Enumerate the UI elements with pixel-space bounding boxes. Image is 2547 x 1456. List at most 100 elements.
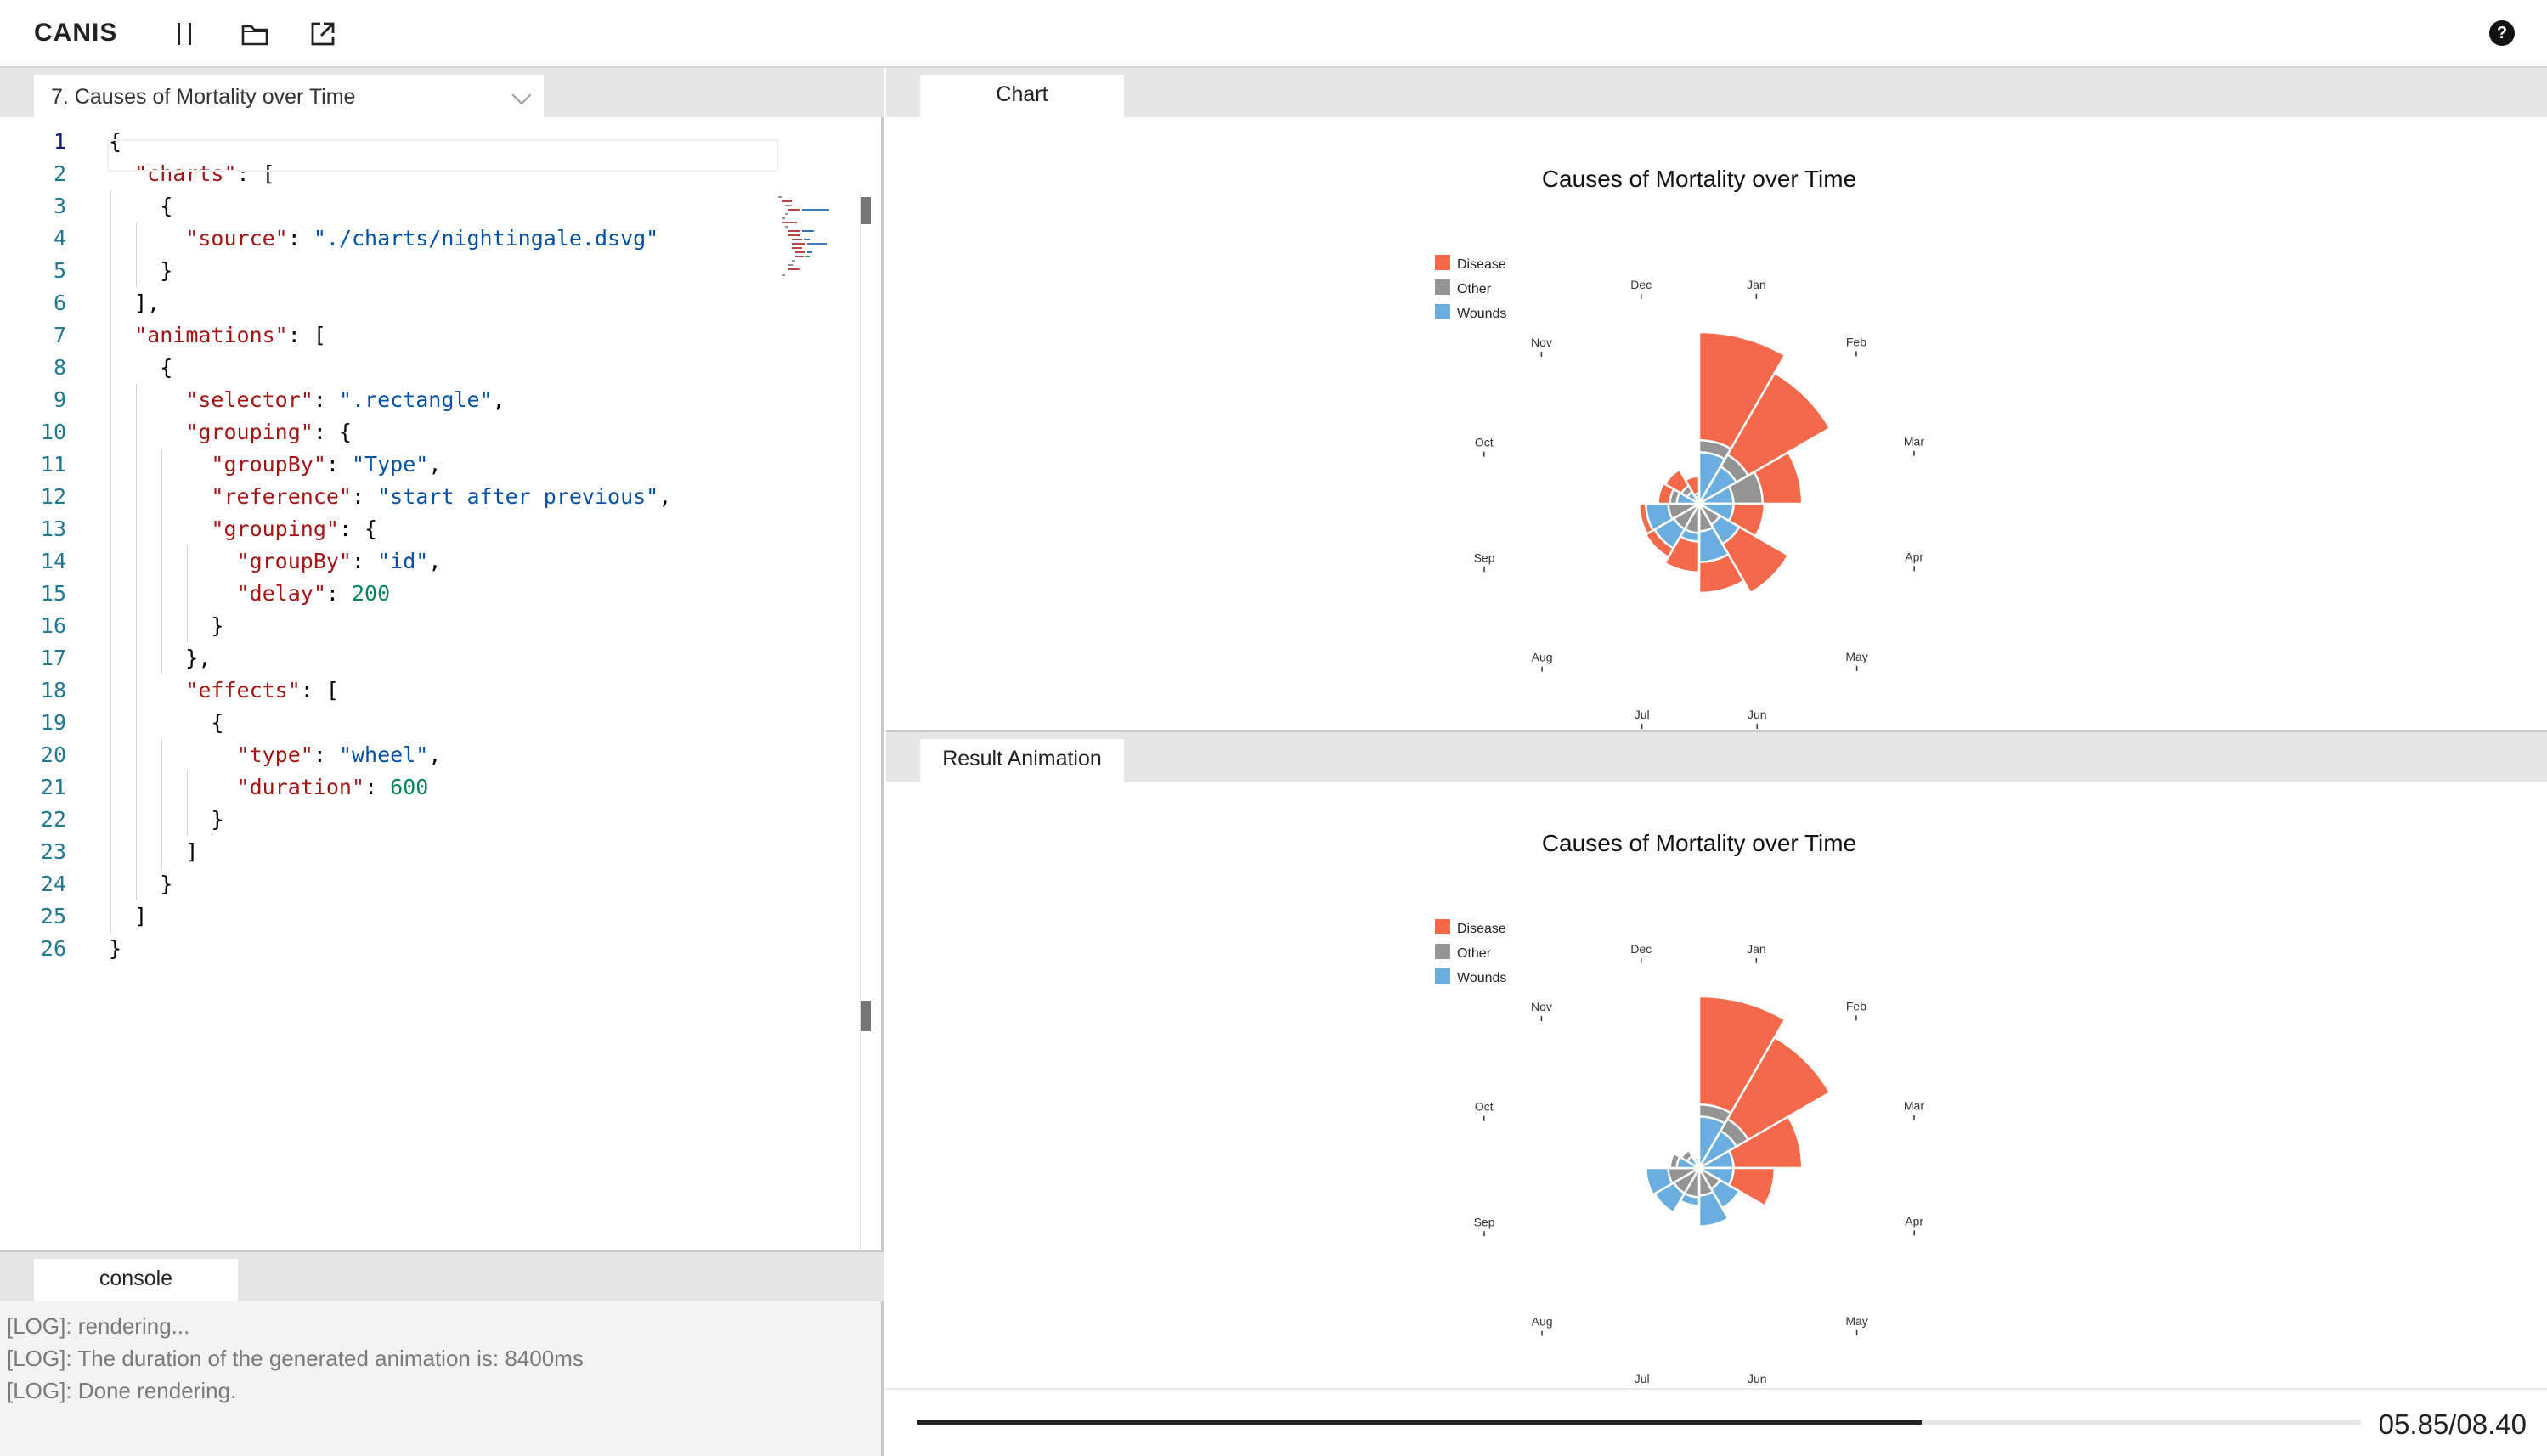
- month-label-oct: Oct: [1475, 1100, 1494, 1114]
- console-panel: console [LOG]: rendering... [LOG]: The d…: [0, 1250, 884, 1456]
- code-text: "animations": [: [134, 323, 326, 347]
- chart-title: Causes of Mortality over Time: [1542, 166, 1856, 192]
- folder-icon[interactable]: [236, 15, 274, 53]
- line-number: 20: [40, 742, 66, 767]
- log-line: [LOG]: The duration of the generated ani…: [7, 1346, 584, 1371]
- code-line[interactable]: 8 {: [0, 352, 858, 384]
- code-line[interactable]: 24 }: [0, 868, 858, 900]
- month-label-feb: Feb: [1846, 999, 1866, 1013]
- line-number: 21: [40, 775, 66, 799]
- current-line-highlight: [107, 139, 778, 172]
- line-number: 10: [40, 420, 66, 444]
- progress-slider[interactable]: [917, 1420, 2361, 1425]
- code-line[interactable]: 25 ]: [0, 900, 858, 933]
- code-text: {: [109, 710, 224, 735]
- line-number: 17: [40, 646, 66, 670]
- month-label-jul: Jul: [1635, 1372, 1650, 1385]
- code-line[interactable]: 12 "reference": "start after previous",: [0, 481, 858, 513]
- tab-chart[interactable]: Chart: [920, 75, 1124, 117]
- log-line: [LOG]: rendering...: [7, 1313, 190, 1339]
- code-text: }: [109, 936, 122, 961]
- line-number: 25: [40, 904, 66, 928]
- month-label-sep: Sep: [1474, 550, 1495, 564]
- code-line[interactable]: 4 "source": "./charts/nightingale.dsvg": [0, 223, 858, 255]
- pause-icon[interactable]: [167, 15, 204, 53]
- tab-console[interactable]: console: [34, 1259, 238, 1301]
- export-icon[interactable]: [304, 15, 342, 53]
- code-text: "source": "./charts/nightingale.dsvg": [185, 226, 659, 251]
- line-number: 26: [40, 936, 66, 961]
- code-minimap[interactable]: [775, 194, 860, 279]
- playback-bar: 05.85/08.40: [886, 1388, 2547, 1456]
- line-number: 11: [40, 452, 66, 477]
- code-line[interactable]: 9 "selector": ".rectangle",: [0, 384, 858, 416]
- code-text: "grouping": {: [185, 420, 352, 444]
- code-line[interactable]: 26}: [0, 933, 858, 965]
- code-line[interactable]: 18 "effects": [: [0, 674, 858, 707]
- code-text: ],: [109, 291, 161, 315]
- code-text: {: [109, 355, 173, 380]
- code-line[interactable]: 21 "duration": 600: [0, 771, 858, 804]
- line-number: 4: [53, 226, 66, 251]
- month-label-nov: Nov: [1531, 1000, 1552, 1013]
- chart-panel: Chart Causes of Mortality over Time Disea…: [886, 68, 2547, 732]
- code-line[interactable]: 20 "type": "wheel",: [0, 739, 858, 771]
- indent-guide: [136, 384, 138, 900]
- code-text: ]: [109, 904, 148, 928]
- indent-guide: [187, 771, 189, 836]
- month-label-mar: Mar: [1904, 435, 1924, 449]
- month-label-dec: Dec: [1630, 942, 1652, 956]
- line-number: 19: [40, 710, 66, 735]
- chart-title: Causes of Mortality over Time: [1542, 830, 1856, 856]
- code-line[interactable]: 17 },: [0, 642, 858, 674]
- line-number: 18: [40, 678, 66, 703]
- code-line[interactable]: 5 }: [0, 255, 858, 287]
- month-label-apr: Apr: [1905, 1214, 1923, 1227]
- code-line[interactable]: 6 ],: [0, 287, 858, 319]
- code-line[interactable]: 23 ]: [0, 836, 858, 868]
- legend-swatch-wounds: [1435, 968, 1450, 984]
- line-number: 5: [53, 258, 66, 283]
- progress-fill: [917, 1420, 1923, 1425]
- indent-guide: [161, 739, 163, 868]
- code-text: }: [109, 872, 173, 896]
- code-line[interactable]: 10 "grouping": {: [0, 416, 858, 449]
- code-line[interactable]: 16 }: [0, 610, 858, 642]
- code-text: },: [109, 646, 212, 670]
- line-number: 23: [40, 839, 66, 864]
- chevron-down-icon: [511, 85, 532, 105]
- code-text: }: [109, 807, 224, 832]
- nightingale-animation-chart: Causes of Mortality over Time Disease Othe…: [1435, 830, 1924, 1385]
- help-icon[interactable]: ?: [2489, 20, 2515, 46]
- top-bar: CANIS ?: [0, 0, 2547, 68]
- code-line[interactable]: 13 "grouping": {: [0, 513, 858, 545]
- line-number: 15: [40, 581, 66, 606]
- example-select[interactable]: 7. Causes of Mortality over Time: [34, 75, 544, 117]
- code-text: "groupBy": "id",: [236, 549, 442, 573]
- code-line[interactable]: 15 "delay": 200: [0, 578, 858, 610]
- code-text: "grouping": {: [211, 516, 378, 541]
- console-tabbar: console: [0, 1252, 884, 1301]
- legend-swatch-other: [1435, 944, 1450, 959]
- month-label-dec: Dec: [1630, 278, 1652, 291]
- code-line[interactable]: 19 {: [0, 707, 858, 739]
- code-line[interactable]: 7 "animations": [: [0, 319, 858, 352]
- code-text: "effects": [: [185, 678, 339, 703]
- code-text: "reference": "start after previous",: [211, 484, 672, 509]
- code-line[interactable]: 22 }: [0, 804, 858, 836]
- scrollbar-thumb[interactable]: [861, 197, 871, 224]
- tab-result-animation[interactable]: Result Animation: [920, 739, 1124, 782]
- legend-label-other: Other: [1457, 946, 1492, 961]
- line-number: 12: [40, 484, 66, 509]
- code-line[interactable]: 14 "groupBy": "id",: [0, 545, 858, 578]
- line-number: 13: [40, 516, 66, 541]
- legend-swatch-other: [1435, 279, 1450, 295]
- code-line[interactable]: 11 "groupBy": "Type",: [0, 449, 858, 481]
- line-number: 8: [53, 355, 66, 380]
- line-number: 1: [53, 129, 66, 154]
- code-editor[interactable]: 1{2 "charts": [3 {4 "source": "./charts/…: [0, 126, 884, 1250]
- code-text: "delay": 200: [236, 581, 391, 606]
- editor-scrollbar[interactable]: [860, 194, 872, 1318]
- month-label-jun: Jun: [1748, 1372, 1767, 1385]
- code-line[interactable]: 3 {: [0, 190, 858, 223]
